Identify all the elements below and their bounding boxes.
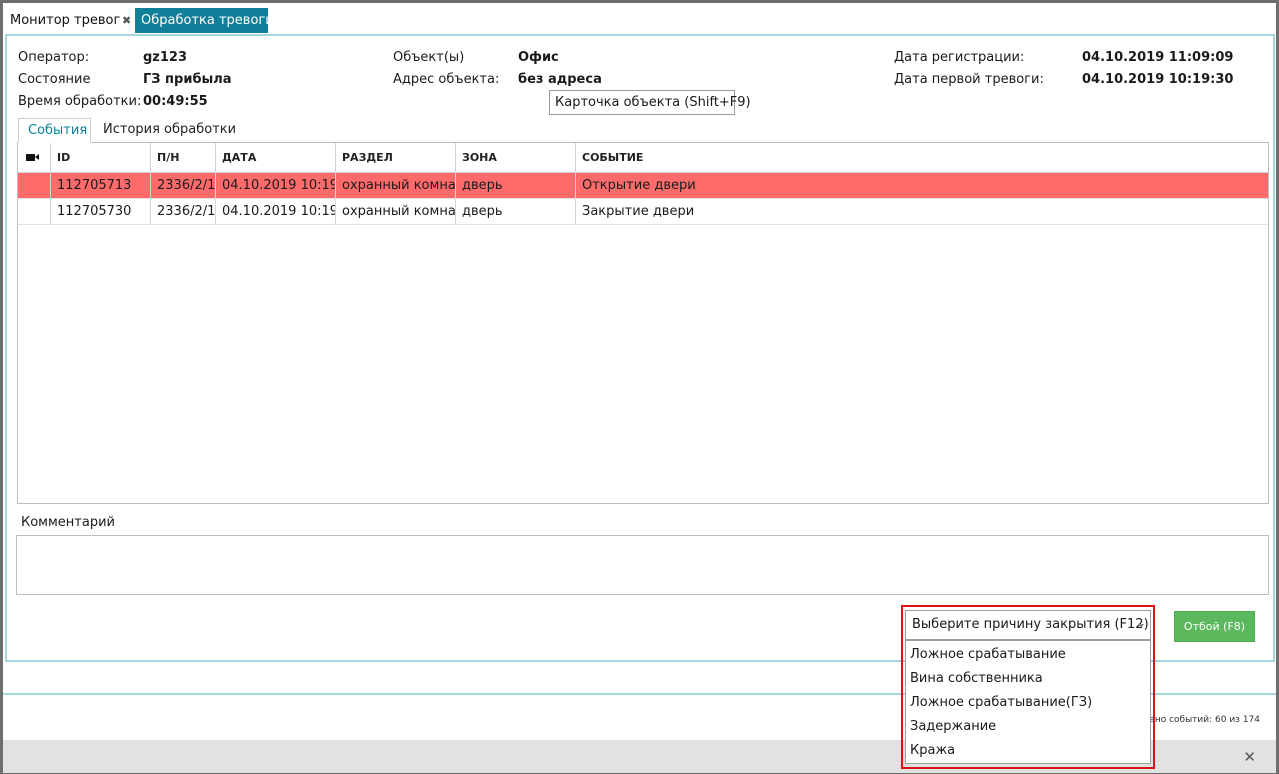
otboi-button[interactable]: Отбой (F8) <box>1174 611 1255 642</box>
zone-cell: дверь <box>456 199 576 224</box>
table-header: ID П/Н ДАТА РАЗДЕЛ ЗОНА СОБЫТИЕ <box>18 143 1268 173</box>
first-alarm-date-value: 04.10.2019 10:19:30 <box>1082 72 1234 87</box>
registration-date-label: Дата регистрации: <box>894 50 1025 65</box>
section-cell: охранный комнат <box>336 199 456 224</box>
highlight-frame <box>901 605 1155 769</box>
object-card-tooltip: Карточка объекта (Shift+F9) <box>549 90 751 115</box>
date-cell: 04.10.2019 10:19: <box>216 199 336 224</box>
tab-alarm-processing[interactable]: Обработка тревоги <box>135 8 274 33</box>
state-value: ГЗ прибыла <box>143 72 232 87</box>
object-label: Объект(ы) <box>393 50 465 65</box>
column-header-section[interactable]: РАЗДЕЛ <box>336 143 456 172</box>
tab-events[interactable]: События <box>18 118 91 143</box>
section-cell: охранный комнат <box>336 173 456 198</box>
date-cell: 04.10.2019 10:19: <box>216 173 336 198</box>
event-cell: Закрытие двери <box>582 204 695 219</box>
alarm-processing-panel: Оператор: gz123 Состояние ГЗ прибыла Вре… <box>5 34 1275 662</box>
pn-cell: 2336/2/1 <box>151 199 216 224</box>
column-header-zone[interactable]: ЗОНА <box>456 143 576 172</box>
object-value[interactable]: Офис <box>518 50 559 65</box>
operator-value: gz123 <box>143 50 188 65</box>
address-value: без адреса <box>518 72 602 87</box>
operator-label: Оператор: <box>18 50 90 65</box>
tab-alarm-processing-label: Обработка тревоги <box>141 13 274 28</box>
column-header-event[interactable]: СОБЫТИЕ <box>576 143 1268 172</box>
camera-column-header[interactable] <box>18 143 51 172</box>
column-header-id[interactable]: ID <box>51 143 151 172</box>
close-icon[interactable]: ✖ <box>122 8 131 33</box>
table-row[interactable]: 112705730 2336/2/1 04.10.2019 10:19: охр… <box>18 199 1268 225</box>
tab-processing-history[interactable]: История обработки <box>94 118 245 143</box>
document-tabs: Монитор тревог ✖ Обработка тревоги <box>3 8 1276 36</box>
comment-input[interactable] <box>16 535 1269 595</box>
pn-cell: 2336/2/1 <box>151 173 216 198</box>
zone-cell: дверь <box>456 173 576 198</box>
processing-time-label: Время обработки: <box>18 94 142 109</box>
tab-alarm-monitor-label: Монитор тревог <box>10 13 121 28</box>
events-table: ID П/Н ДАТА РАЗДЕЛ ЗОНА СОБЫТИЕ 11270571… <box>17 142 1269 504</box>
event-cell: Открытие двери <box>582 178 696 193</box>
state-label: Состояние <box>18 72 91 87</box>
registration-date-value: 04.10.2019 11:09:09 <box>1082 50 1234 65</box>
tab-alarm-monitor[interactable]: Монитор тревог ✖ <box>4 8 136 33</box>
first-alarm-date-label: Дата первой тревоги: <box>894 72 1044 87</box>
close-icon[interactable]: ✕ <box>1243 748 1256 766</box>
column-header-date[interactable]: ДАТА <box>216 143 336 172</box>
camera-cell <box>18 199 51 224</box>
camera-cell <box>18 173 51 198</box>
processing-time-value: 00:49:55 <box>143 94 208 109</box>
address-label: Адрес объекта: <box>393 72 500 87</box>
camera-icon <box>26 154 39 161</box>
table-row[interactable]: 112705713 2336/2/1 04.10.2019 10:19: охр… <box>18 173 1268 199</box>
comment-label: Комментарий <box>21 515 115 530</box>
column-header-pn[interactable]: П/Н <box>151 143 216 172</box>
id-cell: 112705713 <box>51 173 151 198</box>
id-cell: 112705730 <box>51 199 151 224</box>
